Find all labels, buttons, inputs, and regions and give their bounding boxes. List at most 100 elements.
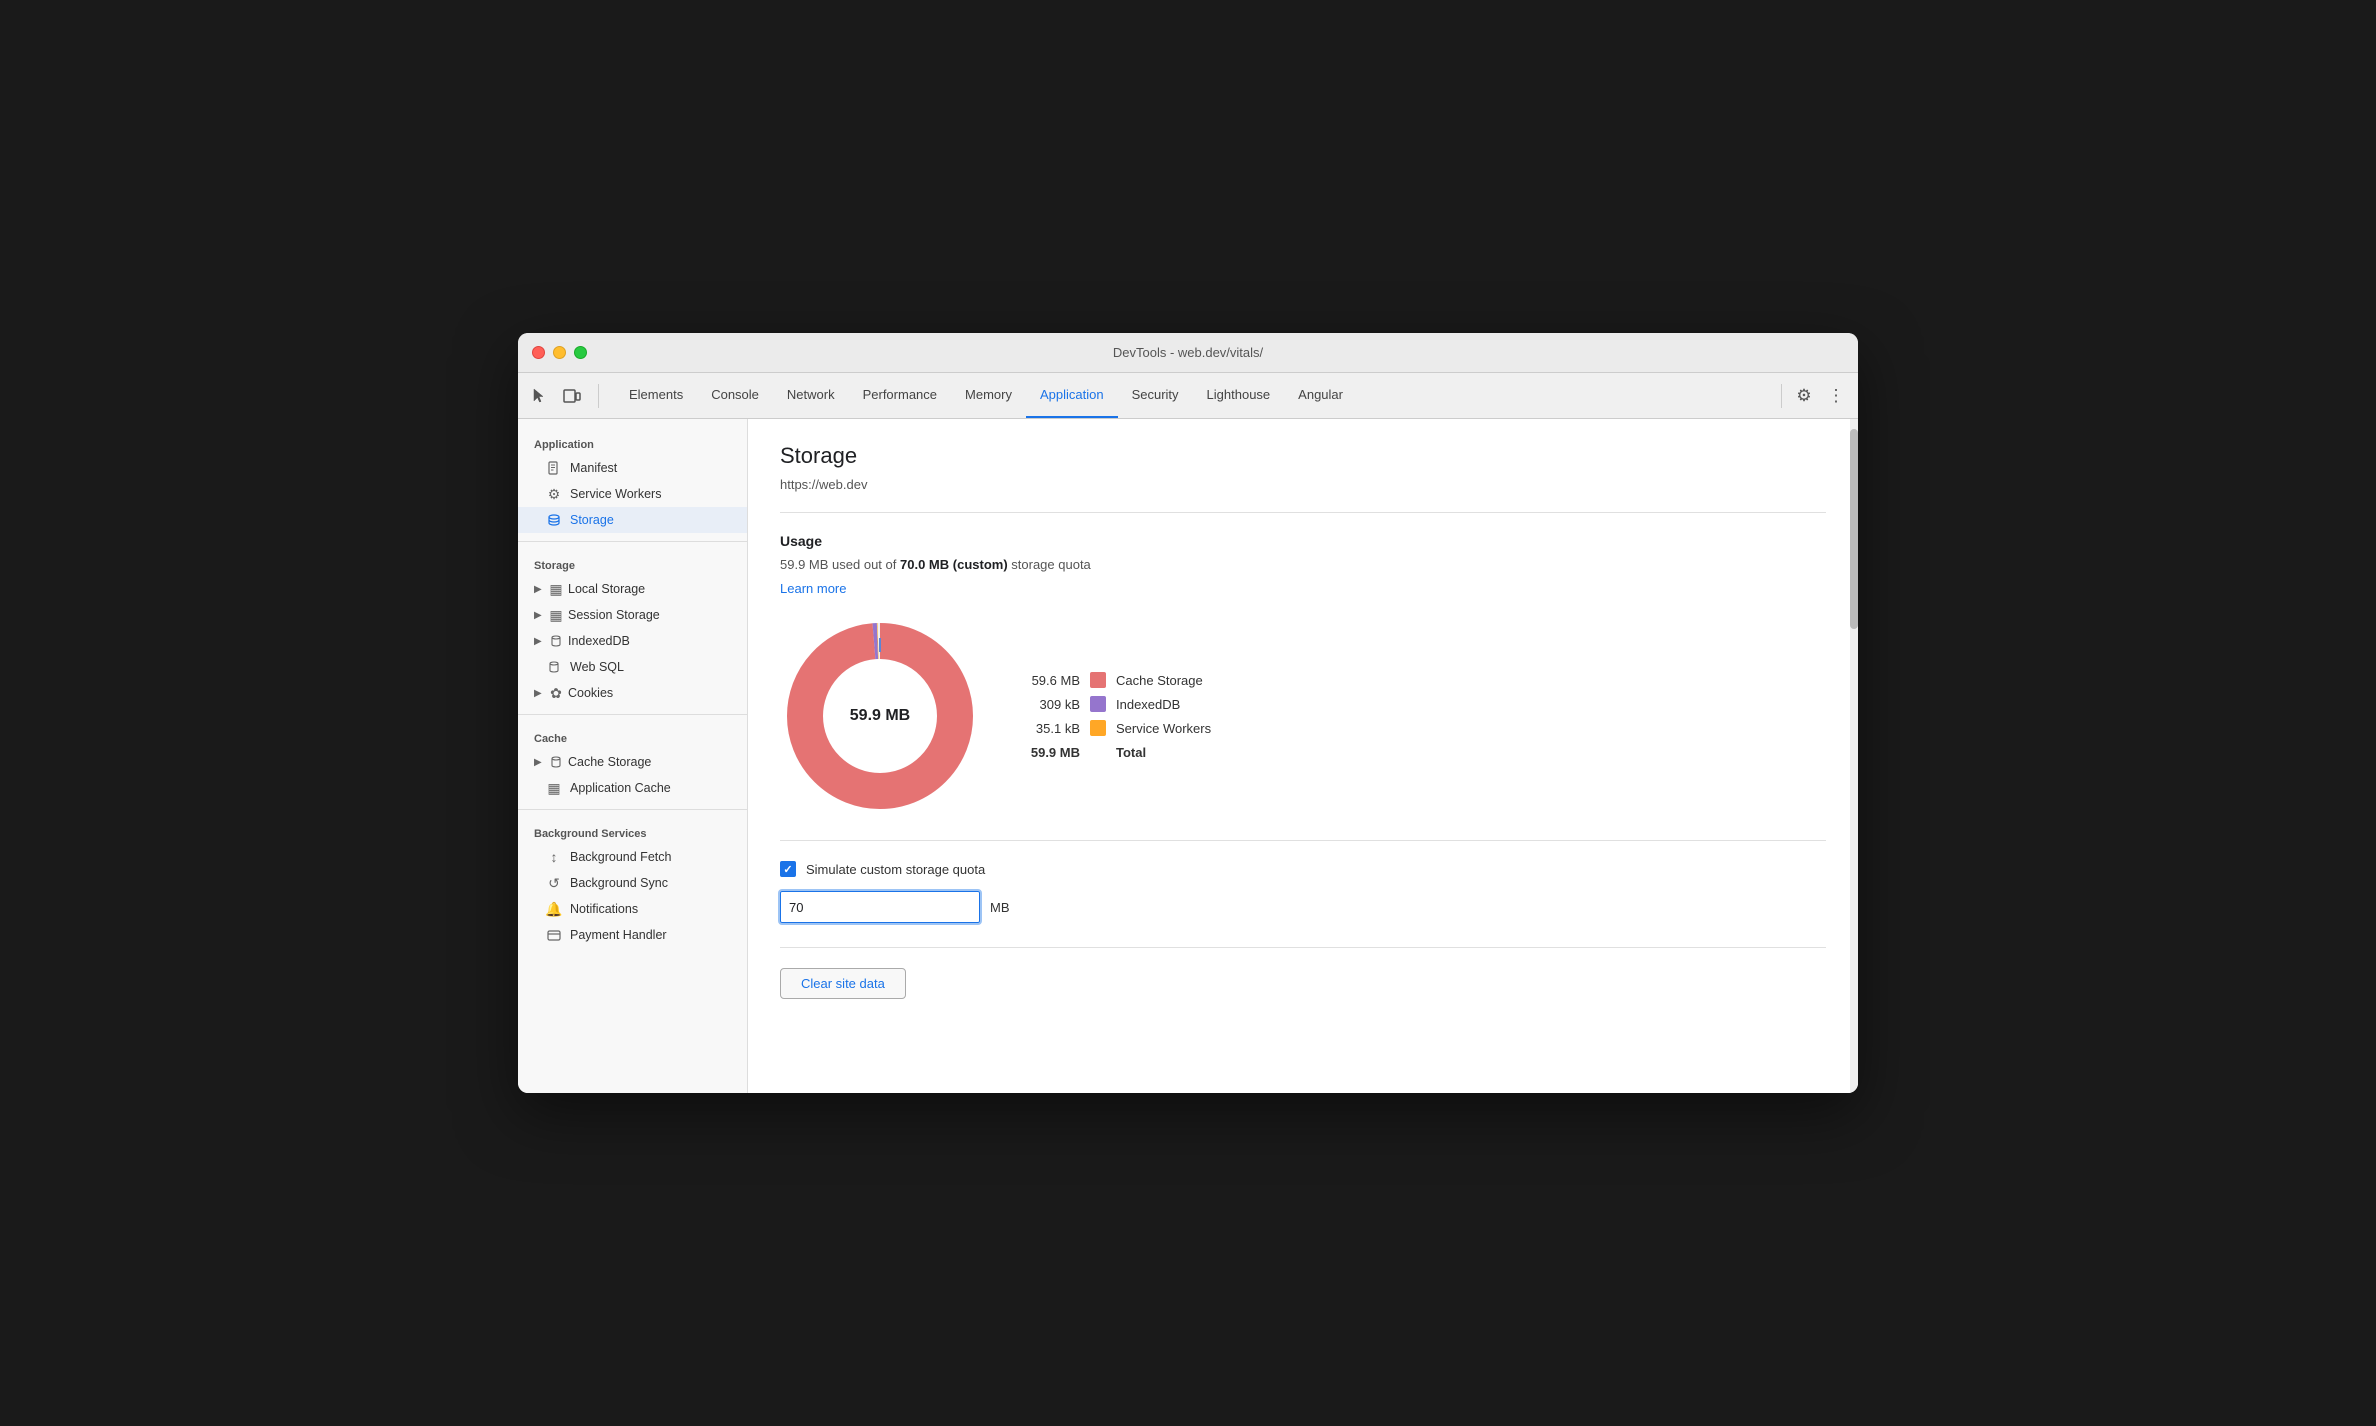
legend-indexeddb-label: IndexedDB	[1116, 697, 1180, 712]
indexeddb-label: IndexedDB	[568, 634, 630, 648]
tab-memory[interactable]: Memory	[951, 373, 1026, 418]
sidebar-item-manifest[interactable]: Manifest	[518, 455, 747, 481]
expand-arrow-cache-storage: ▶	[534, 757, 544, 768]
tab-angular[interactable]: Angular	[1284, 373, 1357, 418]
device-toggle-icon[interactable]	[560, 384, 584, 408]
cache-storage-label: Cache Storage	[568, 755, 651, 769]
sidebar-item-session-storage[interactable]: ▶ ▦ Session Storage	[518, 602, 747, 628]
divider-3	[518, 809, 747, 810]
tab-elements[interactable]: Elements	[615, 373, 697, 418]
sidebar-item-local-storage[interactable]: ▶ ▦ Local Storage	[518, 576, 747, 602]
cookies-label: Cookies	[568, 686, 613, 700]
service-workers-label: Service Workers	[570, 487, 661, 501]
quota-input[interactable]	[780, 891, 980, 923]
simulate-row: Simulate custom storage quota	[780, 861, 1826, 877]
service-workers-icon: ⚙	[546, 486, 562, 502]
sidebar-item-service-workers[interactable]: ⚙ Service Workers	[518, 481, 747, 507]
maximize-button[interactable]	[574, 346, 587, 359]
local-storage-icon: ▦	[548, 581, 564, 597]
toolbar-actions: ⚙ ⋮	[1781, 384, 1848, 408]
cursor-icon[interactable]	[528, 384, 552, 408]
background-fetch-label: Background Fetch	[570, 850, 671, 864]
sidebar-item-web-sql[interactable]: Web SQL	[518, 654, 747, 680]
usage-suffix: storage quota	[1011, 557, 1091, 572]
tab-security[interactable]: Security	[1118, 373, 1193, 418]
legend-sw-color	[1090, 720, 1106, 736]
close-button[interactable]	[532, 346, 545, 359]
legend-total-value: 59.9 MB	[1020, 745, 1080, 760]
chart-legend: 59.6 MB Cache Storage 309 kB IndexedDB 3…	[1020, 672, 1211, 760]
local-storage-label: Local Storage	[568, 582, 645, 596]
window-title: DevTools - web.dev/vitals/	[1113, 345, 1263, 360]
sidebar-item-application-cache[interactable]: ▦ Application Cache	[518, 775, 747, 801]
tab-lighthouse[interactable]: Lighthouse	[1193, 373, 1285, 418]
donut-chart: 59.9 MB	[780, 616, 980, 816]
legend-cache-color	[1090, 672, 1106, 688]
sidebar-item-payment-handler[interactable]: Payment Handler	[518, 922, 747, 948]
legend-cache-label: Cache Storage	[1116, 673, 1203, 688]
content-area: Storage https://web.dev Usage 59.9 MB us…	[748, 419, 1858, 1093]
legend-sw-label: Service Workers	[1116, 721, 1211, 736]
toolbar: Elements Console Network Performance Mem…	[518, 373, 1858, 419]
tab-network[interactable]: Network	[773, 373, 849, 418]
sidebar-item-background-fetch[interactable]: ↕ Background Fetch	[518, 844, 747, 870]
sidebar: Application Manifest ⚙ Service Workers	[518, 419, 748, 1093]
scrollbar-thumb[interactable]	[1850, 429, 1858, 629]
donut-center-label: 59.9 MB	[850, 707, 910, 725]
sidebar-item-cookies[interactable]: ▶ ✿ Cookies	[518, 680, 747, 706]
payment-handler-icon	[546, 927, 562, 943]
notifications-icon: 🔔	[546, 901, 562, 917]
legend-total-label: Total	[1116, 745, 1146, 760]
expand-arrow-session-storage: ▶	[534, 610, 544, 621]
session-storage-icon: ▦	[548, 607, 564, 623]
legend-item-sw: 35.1 kB Service Workers	[1020, 720, 1211, 736]
simulate-checkbox[interactable]	[780, 861, 796, 877]
cache-storage-icon	[548, 754, 564, 770]
usage-total-bold: 70.0 MB (custom)	[900, 557, 1011, 572]
usage-title: Usage	[780, 533, 1826, 549]
tab-console[interactable]: Console	[697, 373, 773, 418]
learn-more-link[interactable]: Learn more	[780, 581, 846, 596]
usage-prefix: used out of	[832, 557, 900, 572]
titlebar: DevTools - web.dev/vitals/	[518, 333, 1858, 373]
scrollbar-track[interactable]	[1850, 419, 1858, 1093]
legend-sw-value: 35.1 kB	[1020, 721, 1080, 736]
section-divider-1	[780, 512, 1826, 513]
divider-1	[518, 541, 747, 542]
usage-total: 70.0 MB	[900, 557, 949, 572]
tab-application[interactable]: Application	[1026, 373, 1118, 418]
background-sync-icon: ↺	[546, 875, 562, 891]
tab-performance[interactable]: Performance	[849, 373, 951, 418]
minimize-button[interactable]	[553, 346, 566, 359]
sidebar-item-cache-storage[interactable]: ▶ Cache Storage	[518, 749, 747, 775]
expand-arrow-cookies: ▶	[534, 688, 544, 699]
clear-site-data-button[interactable]: Clear site data	[780, 968, 906, 999]
devtools-window: DevTools - web.dev/vitals/ Elements Cons…	[518, 333, 1858, 1093]
usage-text: 59.9 MB used out of 70.0 MB (custom) sto…	[780, 557, 1826, 572]
simulate-label: Simulate custom storage quota	[806, 862, 985, 877]
expand-arrow-local-storage: ▶	[534, 584, 544, 595]
manifest-label: Manifest	[570, 461, 617, 475]
sidebar-section-bg-services: Background Services	[518, 818, 747, 844]
sidebar-item-notifications[interactable]: 🔔 Notifications	[518, 896, 747, 922]
sidebar-section-application: Application	[518, 429, 747, 455]
usage-section: Usage 59.9 MB used out of 70.0 MB (custo…	[780, 533, 1826, 999]
section-divider-2	[780, 840, 1826, 841]
sidebar-item-background-sync[interactable]: ↺ Background Sync	[518, 870, 747, 896]
sidebar-item-storage[interactable]: Storage	[518, 507, 747, 533]
manifest-icon	[546, 460, 562, 476]
traffic-lights	[532, 346, 587, 359]
notifications-label: Notifications	[570, 902, 638, 916]
more-options-icon[interactable]: ⋮	[1824, 384, 1848, 408]
chart-container: 59.9 MB 59.6 MB Cache Storage 309 kB Ind…	[780, 616, 1826, 816]
storage-label: Storage	[570, 513, 614, 527]
indexeddb-icon	[548, 633, 564, 649]
usage-used: 59.9 MB	[780, 557, 828, 572]
legend-total-spacer	[1090, 744, 1106, 760]
content-url: https://web.dev	[780, 477, 1826, 492]
settings-icon[interactable]: ⚙	[1792, 384, 1816, 408]
sidebar-item-indexeddb[interactable]: ▶ IndexedDB	[518, 628, 747, 654]
section-divider-3	[780, 947, 1826, 948]
tabs-container: Elements Console Network Performance Mem…	[615, 373, 1781, 418]
sidebar-section-cache: Cache	[518, 723, 747, 749]
